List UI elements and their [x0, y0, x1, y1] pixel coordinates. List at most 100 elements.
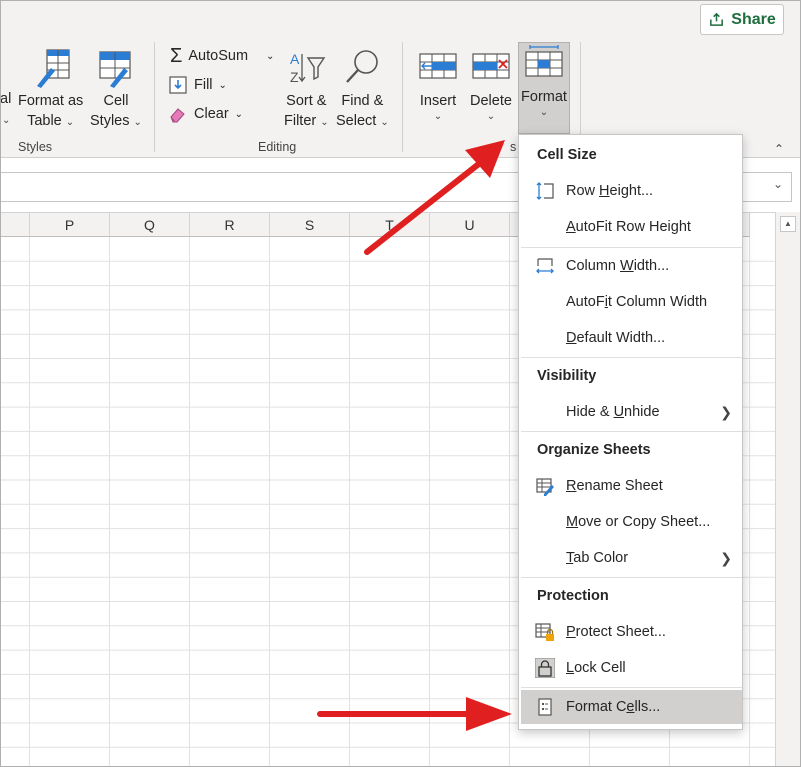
row-height-label: Row Height...	[566, 183, 654, 199]
protect-sheet-icon	[535, 623, 554, 641]
hide-unhide-label: Hide & Unhide	[566, 404, 660, 420]
format-cells-icon	[525, 45, 563, 77]
autosum-button[interactable]: Σ AutoSum ⌄	[170, 46, 274, 66]
fill-label: Fill	[194, 77, 213, 93]
rename-sheet-item[interactable]: Rename Sheet	[521, 469, 742, 503]
fill-button[interactable]: Fill ⌄	[168, 75, 227, 95]
column-header[interactable]: U	[430, 213, 510, 237]
group-divider	[154, 42, 155, 152]
share-icon	[710, 12, 724, 26]
column-header[interactable]: S	[270, 213, 350, 237]
column-header[interactable]: T	[350, 213, 430, 237]
delete-cells-icon	[472, 53, 510, 79]
sort-filter-icon: A Z	[290, 51, 326, 85]
move-copy-sheet-label: Move or Copy Sheet...	[566, 514, 711, 530]
menu-separator	[521, 577, 742, 578]
default-width-item[interactable]: Default Width...	[521, 321, 742, 355]
column-width-label: Column Width...	[566, 258, 670, 274]
editing-group-label: Editing	[258, 140, 297, 154]
menu-separator	[521, 357, 742, 358]
protection-header: Protection	[537, 588, 609, 604]
chevron-down-icon: ⌄	[218, 79, 227, 91]
find-select-label-1: Find &	[341, 93, 384, 109]
move-copy-sheet-item[interactable]: Move or Copy Sheet...	[521, 505, 742, 539]
row-height-icon	[536, 182, 554, 200]
format-cells-dialog-icon	[538, 698, 552, 716]
row-height-item[interactable]: Row Height...	[521, 174, 742, 208]
sort-filter-button[interactable]: A Z Sort & Filter ⌄	[284, 48, 329, 131]
protect-sheet-item[interactable]: Protect Sheet...	[521, 615, 742, 649]
autofit-column-width-item[interactable]: AutoFit Column Width	[521, 285, 742, 319]
format-cells-dropdown-button[interactable]: Format ⌄	[518, 44, 570, 119]
tab-color-item[interactable]: Tab Color ❯	[521, 541, 742, 575]
rename-sheet-label: Rename Sheet	[566, 478, 663, 494]
autosum-label: AutoSum	[188, 48, 249, 64]
chevron-down-icon: ⌄	[380, 117, 389, 128]
find-select-label-2-row: Select ⌄	[336, 111, 389, 131]
insert-label: Insert	[419, 93, 457, 109]
styles-group-label: Styles	[18, 140, 53, 154]
cell-styles-label-1: Cell	[103, 93, 129, 109]
column-width-item[interactable]: Column Width...	[521, 249, 742, 283]
visibility-header: Visibility	[537, 368, 597, 384]
tab-color-label: Tab Color	[566, 550, 629, 566]
cell-size-header: Cell Size	[537, 147, 597, 163]
delete-cells-button[interactable]: Delete ⌄	[470, 48, 512, 123]
column-header[interactable]	[0, 213, 30, 237]
delete-label: Delete	[470, 93, 512, 109]
vertical-scrollbar[interactable]: ▲	[775, 212, 801, 767]
format-as-table-label-2-row: Table ⌄	[27, 111, 74, 131]
collapse-ribbon-icon[interactable]: ⌃	[774, 142, 784, 156]
svg-text:Z: Z	[290, 69, 299, 85]
chevron-right-icon: ❯	[720, 403, 732, 420]
insert-cells-button[interactable]: Insert ⌄	[418, 48, 458, 123]
fill-down-icon	[169, 76, 187, 94]
format-dropdown-menu: Cell Size Row Height... AutoFit Row Heig…	[518, 134, 743, 730]
chevron-down-icon: ⌄	[133, 117, 142, 128]
cells-group-label-partial: s	[510, 140, 517, 154]
sort-filter-label-1: Sort &	[286, 93, 327, 109]
format-as-table-button[interactable]: Format as Table ⌄	[18, 48, 83, 131]
chevron-down-icon: ⌄	[65, 117, 75, 128]
cell-styles-label-2-row: Styles ⌄	[90, 111, 142, 131]
hide-unhide-item[interactable]: Hide & Unhide ❯	[521, 395, 742, 429]
chevron-right-icon: ❯	[720, 549, 732, 566]
column-width-icon	[536, 258, 554, 274]
lock-icon	[535, 658, 555, 678]
find-select-button[interactable]: Find & Select ⌄	[336, 48, 389, 131]
scroll-up-icon[interactable]: ▲	[780, 216, 796, 232]
cell-styles-button[interactable]: Cell Styles ⌄	[90, 48, 142, 131]
share-label: Share	[731, 10, 776, 28]
chevron-down-icon: ⌄	[539, 107, 549, 118]
format-as-table-icon	[36, 49, 70, 88]
protect-sheet-label: Protect Sheet...	[566, 624, 666, 640]
svg-text:A: A	[290, 51, 300, 67]
expand-formula-bar-icon[interactable]: ⌄	[773, 177, 783, 191]
chevron-down-icon: ⌄	[433, 111, 443, 122]
share-button[interactable]: Share	[700, 4, 784, 35]
column-header[interactable]: R	[190, 213, 270, 237]
clear-label: Clear	[194, 106, 229, 122]
menu-separator	[521, 431, 742, 432]
autofit-row-height-item[interactable]: AutoFit Row Height	[521, 210, 742, 244]
find-select-label-2: Select	[336, 113, 377, 129]
rename-sheet-icon	[536, 478, 554, 496]
chevron-down-icon: ⌄	[266, 50, 275, 62]
column-header[interactable]: Q	[110, 213, 190, 237]
menu-separator	[521, 687, 742, 688]
column-header[interactable]: P	[30, 213, 110, 237]
insert-cells-icon	[419, 53, 457, 79]
format-as-table-label-2: Table	[27, 113, 62, 129]
group-divider	[402, 42, 403, 152]
lock-cell-item[interactable]: Lock Cell	[521, 651, 742, 685]
chevron-down-icon: ⌄	[320, 117, 329, 128]
magnifier-icon	[346, 50, 379, 83]
format-cells-item[interactable]: Format Cells...	[521, 690, 742, 724]
format-cells-label: Format Cells...	[566, 699, 661, 715]
sort-filter-label-2-row: Filter ⌄	[284, 111, 329, 131]
clear-button[interactable]: Clear ⌄	[168, 104, 243, 124]
conditional-formatting-button-partial[interactable]: al ⌄	[0, 89, 11, 127]
eraser-icon	[170, 108, 185, 123]
cell-styles-icon	[99, 51, 131, 88]
sort-filter-label-2: Filter	[284, 113, 317, 129]
